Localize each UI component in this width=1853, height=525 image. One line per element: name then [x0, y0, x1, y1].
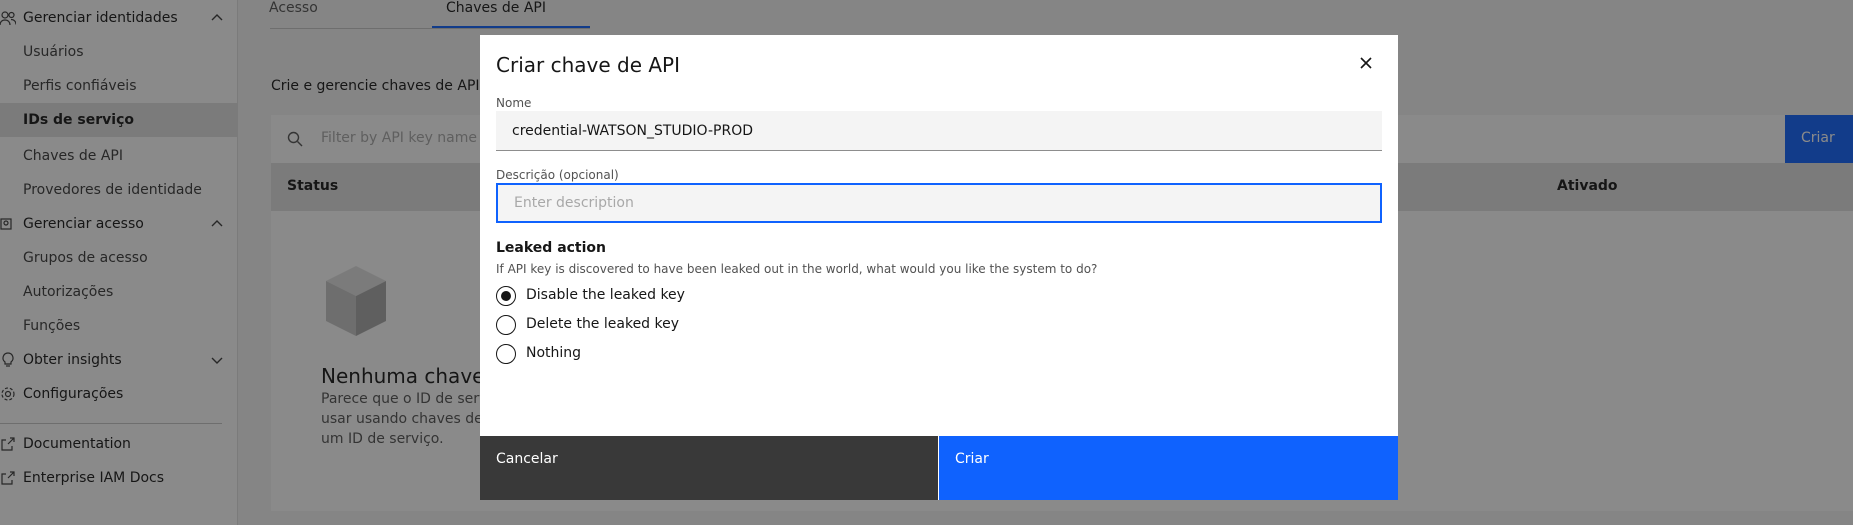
radio-label: Delete the leaked key: [526, 316, 680, 332]
name-field[interactable]: [496, 111, 1382, 151]
create-button[interactable]: Criar: [939, 436, 1398, 500]
name-label: Nome: [496, 96, 532, 110]
create-api-key-modal: Criar chave de API Nome Descrição (opcio…: [480, 35, 1398, 500]
radio-nothing[interactable]: Nothing: [496, 342, 796, 366]
radio-unchecked-icon[interactable]: [496, 315, 516, 335]
leaked-action-title: Leaked action: [496, 240, 607, 256]
radio-label: Disable the leaked key: [526, 287, 685, 303]
radio-unchecked-icon[interactable]: [496, 344, 516, 364]
radio-disable-leaked-key[interactable]: Disable the leaked key: [496, 284, 796, 308]
modal-title: Criar chave de API: [496, 53, 681, 77]
radio-label: Nothing: [526, 345, 582, 361]
close-button[interactable]: [1346, 43, 1386, 83]
radio-checked-icon[interactable]: [496, 286, 516, 306]
cancel-button[interactable]: Cancelar: [480, 436, 938, 500]
description-label: Descrição (opcional): [496, 168, 619, 182]
close-icon: [1346, 57, 1386, 87]
create-button-label: Criar: [955, 451, 989, 467]
description-field[interactable]: [496, 183, 1382, 223]
leaked-action-help: If API key is discovered to have been le…: [496, 262, 1098, 276]
cancel-button-label: Cancelar: [496, 451, 558, 467]
radio-delete-leaked-key[interactable]: Delete the leaked key: [496, 313, 796, 337]
